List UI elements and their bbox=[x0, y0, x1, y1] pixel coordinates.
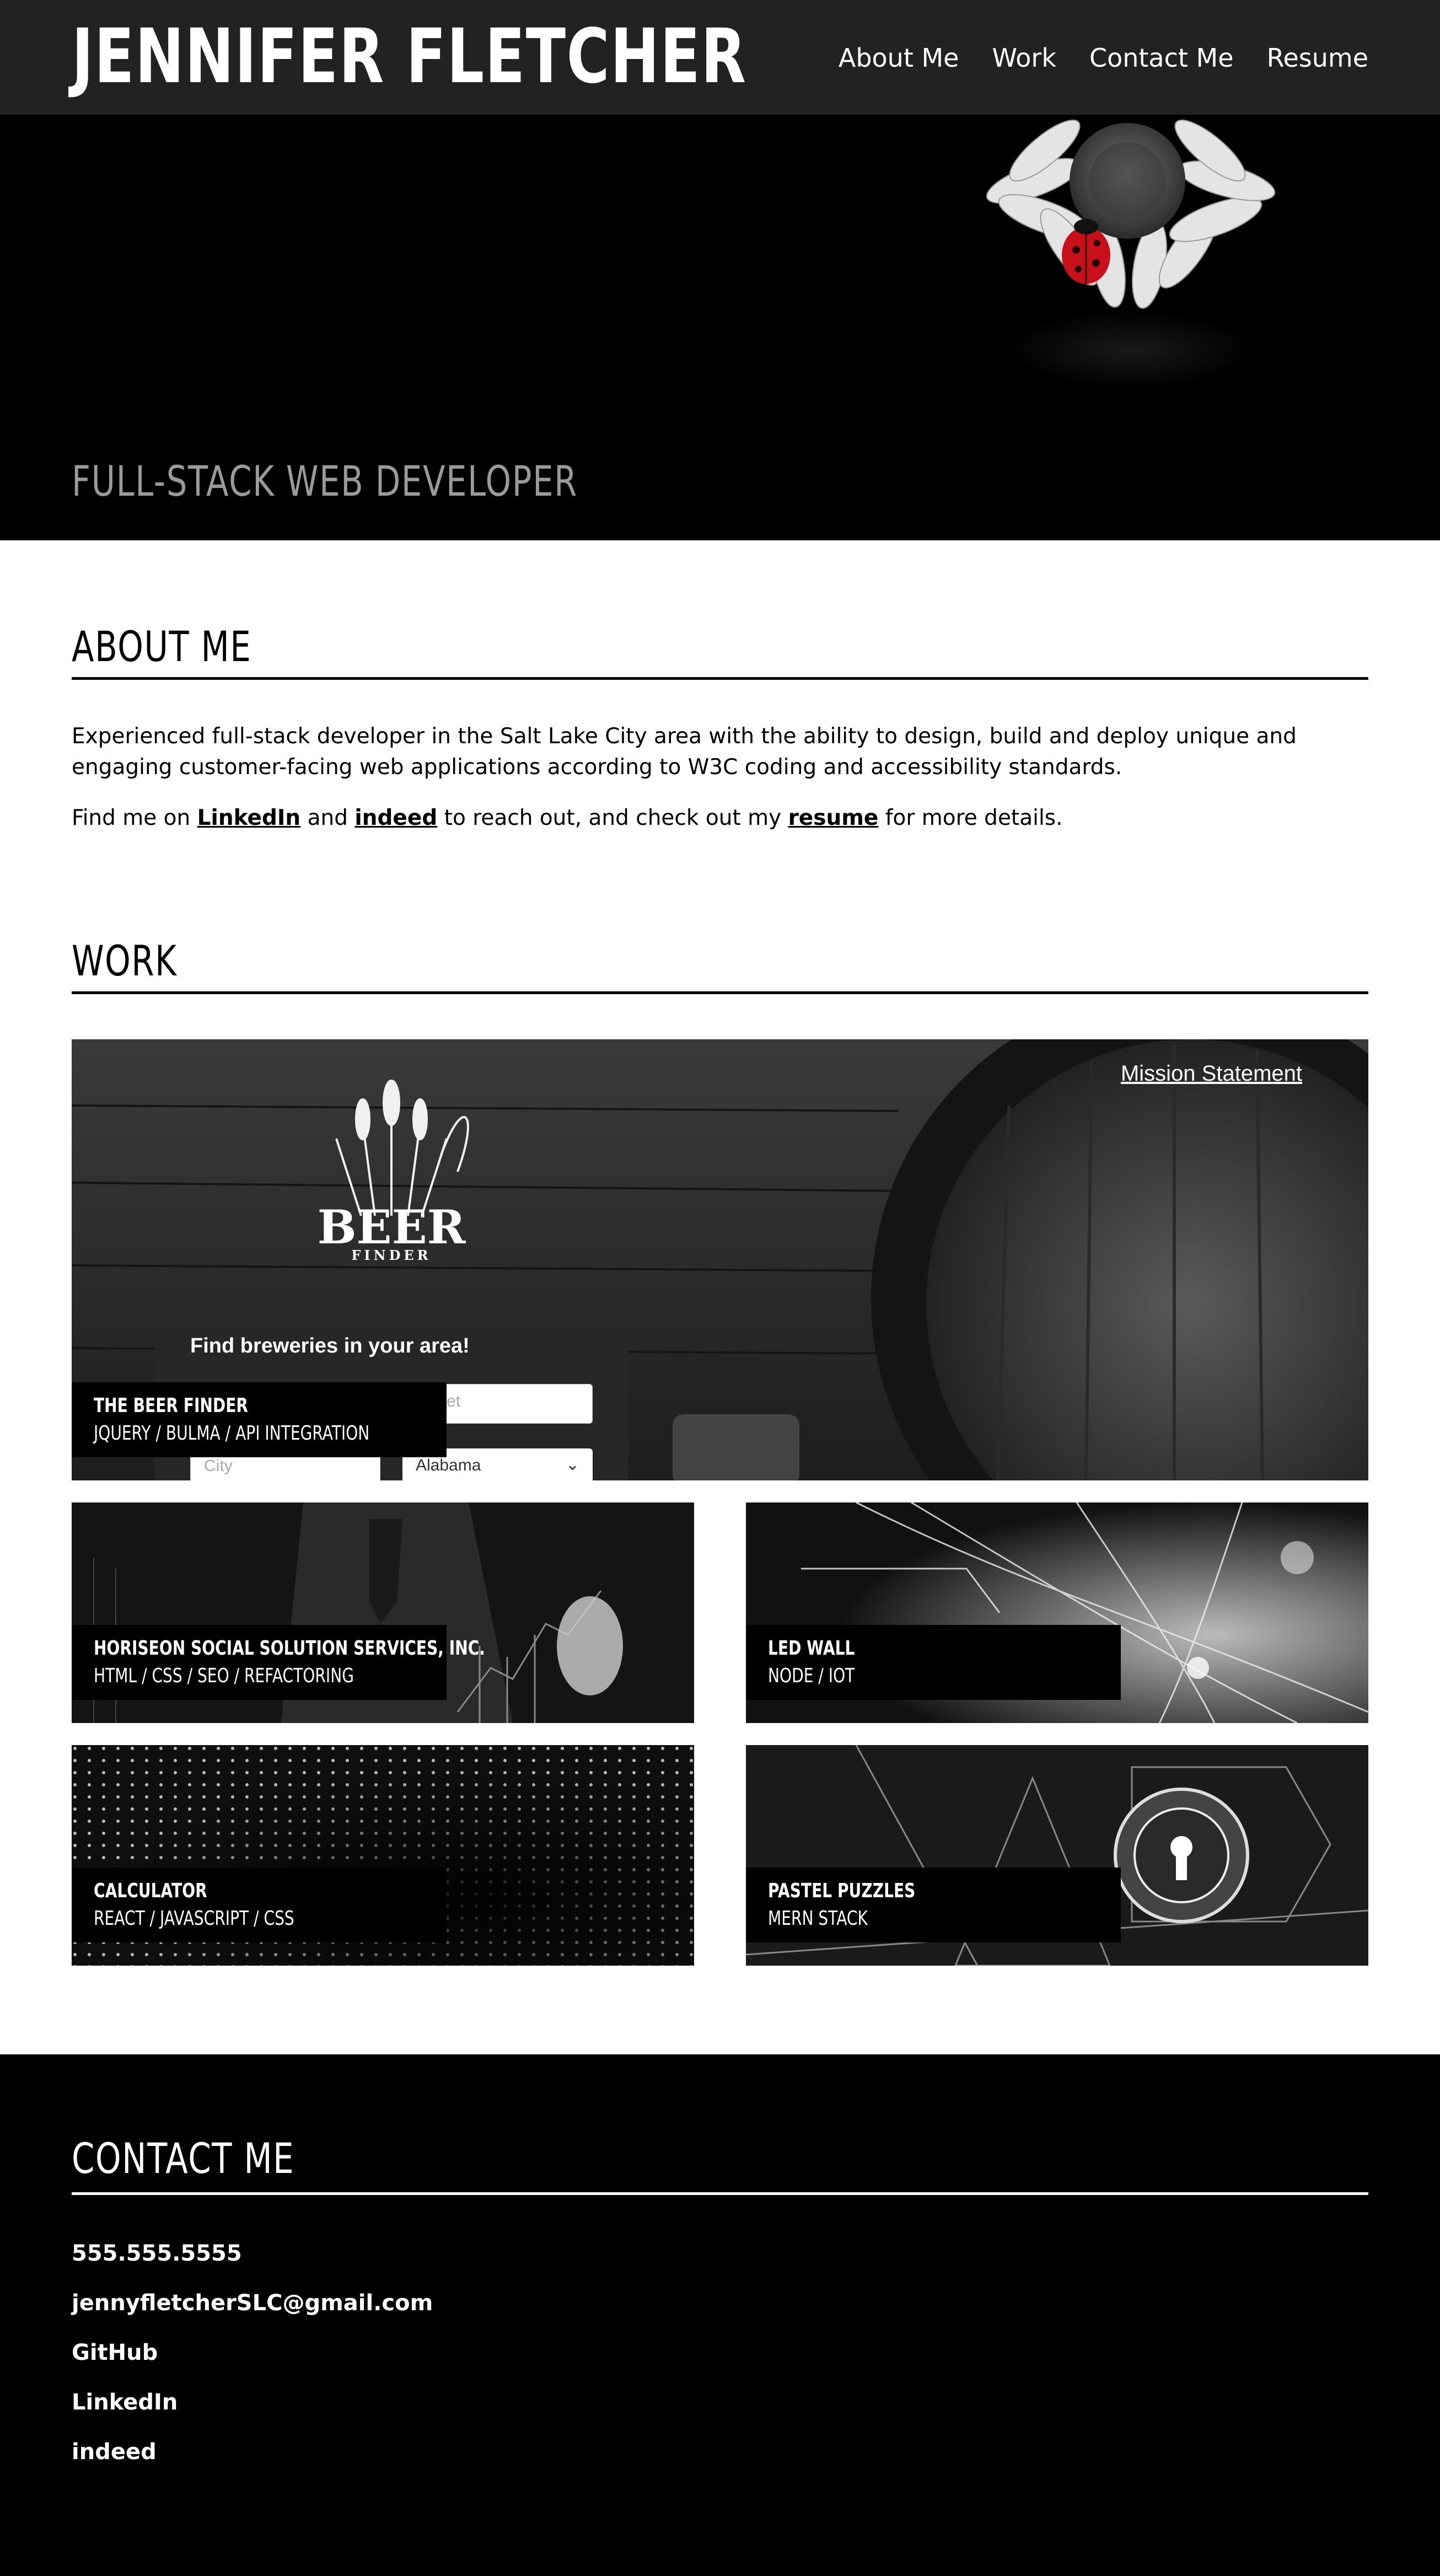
beer-logo-sub: FINDER bbox=[351, 1247, 431, 1263]
project-title: HORISEON SOCIAL SOLUTION SERVICES, INC. bbox=[94, 1637, 485, 1660]
about-paragraph: Experienced full-stack developer in the … bbox=[72, 724, 1297, 780]
main-nav: About Me Work Contact Me Resume bbox=[839, 39, 1368, 77]
nav-work[interactable]: Work bbox=[992, 43, 1056, 73]
project-title: PASTEL PUZZLES bbox=[768, 1880, 916, 1902]
about-linkedin-link[interactable]: LinkedIn bbox=[197, 806, 301, 830]
project-label: CALCULATOR REACT / JAVASCRIPT / CSS bbox=[72, 1867, 447, 1942]
nav-resume[interactable]: Resume bbox=[1267, 43, 1368, 73]
site-header: JENNIFER FLETCHER About Me Work Contact … bbox=[0, 0, 1440, 115]
hero-subtitle: FULL-STACK WEB DEVELOPER bbox=[72, 457, 578, 506]
project-label: PASTEL PUZZLES MERN STACK bbox=[746, 1867, 1121, 1942]
contact-section: CONTACT ME 555.555.5555 jennyfletcherSLC… bbox=[0, 2054, 1440, 2576]
project-title: CALCULATOR bbox=[94, 1880, 207, 1902]
daisy-ladybug-image bbox=[986, 119, 1276, 385]
contact-indeed-link[interactable]: indeed bbox=[72, 2439, 157, 2465]
contact-divider bbox=[72, 2192, 1368, 2195]
work-divider bbox=[72, 991, 1368, 994]
chevron-down-icon: ⌄ bbox=[565, 1456, 579, 1474]
project-card-calculator[interactable]: CALCULATOR REACT / JAVASCRIPT / CSS bbox=[72, 1745, 694, 1966]
site-brand[interactable]: JENNIFER FLETCHER bbox=[72, 15, 747, 98]
project-card-beer-finder[interactable]: BEER FINDER Mission Statement Find brewe… bbox=[72, 1039, 1368, 1480]
about-heading: ABOUT ME bbox=[72, 622, 252, 671]
about-links-paragraph: Find me on LinkedIn and indeed to reach … bbox=[72, 806, 1063, 830]
project-card-led-wall[interactable]: LED WALL NODE / IOT bbox=[746, 1502, 1368, 1723]
contact-linkedin-link[interactable]: LinkedIn bbox=[72, 2390, 178, 2415]
nav-about-me[interactable]: About Me bbox=[839, 43, 959, 73]
hero-banner: FULL-STACK WEB DEVELOPER bbox=[0, 115, 1440, 540]
project-tech: REACT / JAVASCRIPT / CSS bbox=[94, 1907, 294, 1930]
about-divider bbox=[72, 677, 1368, 680]
contact-heading: CONTACT ME bbox=[72, 2134, 295, 2183]
brewery-search-title: Find breweries in your area! bbox=[190, 1334, 470, 1357]
project-tech: HTML / CSS / SEO / REFACTORING bbox=[94, 1665, 354, 1687]
about-indeed-link[interactable]: indeed bbox=[354, 806, 437, 830]
contact-github-link[interactable]: GitHub bbox=[72, 2340, 158, 2365]
project-tech: MERN STACK bbox=[768, 1907, 868, 1930]
project-title: LED WALL bbox=[768, 1637, 855, 1660]
work-heading: WORK bbox=[72, 936, 178, 985]
project-tech: JQUERY / BULMA / API INTEGRATION bbox=[94, 1422, 370, 1445]
beer-logo-text: BEER bbox=[318, 1200, 466, 1254]
contact-email[interactable]: jennyfletcherSLC@gmail.com bbox=[72, 2290, 433, 2316]
project-card-horiseon[interactable]: HORISEON SOCIAL SOLUTION SERVICES, INC. … bbox=[72, 1502, 694, 1723]
project-card-pastel-puzzles[interactable]: PASTEL PUZZLES MERN STACK bbox=[746, 1745, 1368, 1966]
project-title: THE BEER FINDER bbox=[94, 1394, 249, 1417]
project-label: HORISEON SOCIAL SOLUTION SERVICES, INC. … bbox=[72, 1625, 485, 1700]
project-label: THE BEER FINDER JQUERY / BULMA / API INT… bbox=[72, 1382, 447, 1457]
contact-phone[interactable]: 555.555.5555 bbox=[72, 2241, 242, 2266]
mission-statement-link[interactable]: Mission Statement bbox=[1121, 1061, 1302, 1086]
nav-contact-me[interactable]: Contact Me bbox=[1089, 43, 1234, 73]
about-resume-link[interactable]: resume bbox=[788, 806, 879, 830]
project-tech: NODE / IOT bbox=[768, 1665, 855, 1687]
project-label: LED WALL NODE / IOT bbox=[746, 1625, 1121, 1700]
